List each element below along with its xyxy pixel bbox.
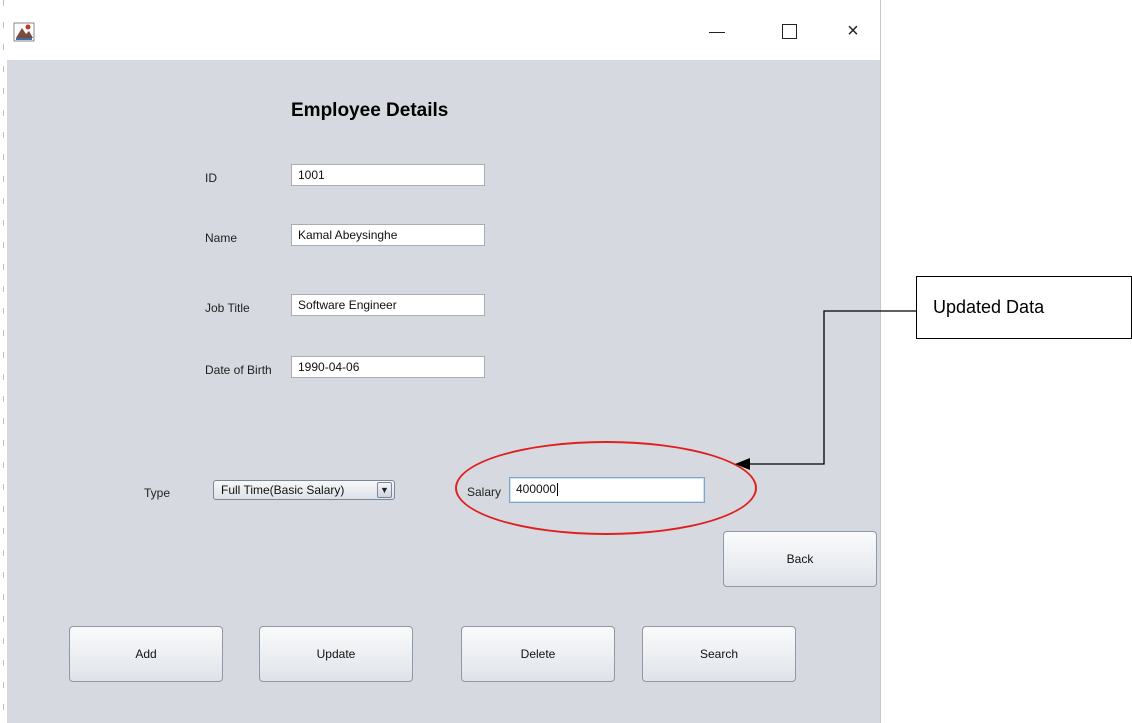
dob-field[interactable]: 1990-04-06 <box>291 356 485 378</box>
text-caret <box>557 483 559 497</box>
close-icon: × <box>847 20 859 42</box>
page-title: Employee Details <box>291 100 449 121</box>
maximize-icon <box>782 24 797 39</box>
delete-button[interactable]: Delete <box>461 626 615 682</box>
id-field[interactable]: 1001 <box>291 164 485 186</box>
update-button[interactable]: Update <box>259 626 413 682</box>
type-label: Type <box>144 486 171 500</box>
background-window-edge <box>0 0 7 723</box>
back-button[interactable]: Back <box>723 531 877 587</box>
id-label: ID <box>205 171 217 185</box>
dob-label: Date of Birth <box>205 363 272 377</box>
employee-window: × Employee Details ID 1001 Name Kamal Ab… <box>7 0 881 723</box>
job-title-field[interactable]: Software Engineer <box>291 294 485 316</box>
salary-label: Salary <box>467 485 502 499</box>
add-button[interactable]: Add <box>69 626 223 682</box>
minimize-button[interactable] <box>697 16 737 46</box>
maximize-button[interactable] <box>769 16 809 46</box>
salary-field[interactable]: 400000 <box>509 477 705 503</box>
type-selected-value: Full Time(Basic Salary) <box>221 483 345 497</box>
search-button[interactable]: Search <box>642 626 796 682</box>
minimize-icon <box>709 32 725 33</box>
name-label: Name <box>205 231 238 245</box>
job-title-label: Job Title <box>205 301 250 315</box>
java-app-icon <box>13 22 35 42</box>
name-field[interactable]: Kamal Abeysinghe <box>291 224 485 246</box>
type-select[interactable]: Full Time(Basic Salary) ▼ <box>213 480 395 500</box>
title-bar: × <box>7 0 880 60</box>
callout-box: Updated Data <box>916 276 1132 339</box>
salary-value: 400000 <box>516 482 557 496</box>
chevron-down-icon[interactable]: ▼ <box>377 482 392 498</box>
close-button[interactable]: × <box>833 16 873 46</box>
